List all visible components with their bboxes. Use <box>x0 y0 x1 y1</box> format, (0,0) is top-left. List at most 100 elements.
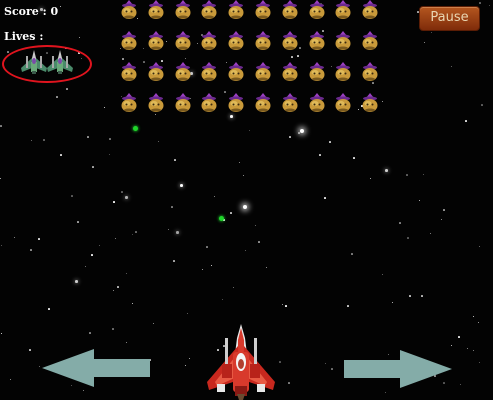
star <box>56 96 58 98</box>
star <box>132 303 133 304</box>
star <box>370 178 371 179</box>
star <box>288 382 290 384</box>
enemy-alien <box>201 93 217 112</box>
star <box>467 348 468 349</box>
star <box>424 42 425 43</box>
star <box>75 280 78 283</box>
star <box>197 43 198 44</box>
enemy-alien <box>309 62 325 81</box>
star <box>187 313 188 314</box>
star <box>0 125 2 127</box>
enemy-alien <box>148 62 164 81</box>
star <box>48 308 50 310</box>
star <box>430 233 431 234</box>
star <box>174 159 176 161</box>
star <box>297 55 299 57</box>
star <box>66 88 68 90</box>
enemy-alien <box>121 0 137 19</box>
star <box>372 82 374 84</box>
star <box>353 157 355 159</box>
star <box>399 222 401 224</box>
star <box>243 175 244 176</box>
star <box>347 305 349 307</box>
star <box>489 5 490 6</box>
enemy-alien <box>201 0 217 19</box>
star <box>465 120 467 122</box>
star <box>166 41 167 42</box>
star <box>153 323 154 324</box>
enemy-alien <box>175 0 191 19</box>
star <box>451 345 452 346</box>
star <box>185 365 186 366</box>
pause-button[interactable]: Pause <box>419 6 480 31</box>
star <box>406 174 408 176</box>
right-arrow-icon[interactable] <box>344 350 452 388</box>
enemy-alien <box>309 0 325 19</box>
enemy-alien <box>335 0 351 19</box>
star <box>30 249 32 251</box>
star <box>113 201 115 203</box>
star <box>1 333 2 334</box>
star <box>258 241 260 243</box>
star <box>245 250 246 251</box>
enemy-alien <box>282 62 298 81</box>
enemy-alien <box>362 93 378 112</box>
star <box>473 350 474 351</box>
star <box>331 66 332 67</box>
enemy-alien <box>255 93 271 112</box>
enemy-alien <box>309 31 325 50</box>
enemy-alien <box>175 62 191 81</box>
enemy-alien <box>282 0 298 19</box>
star <box>325 363 326 364</box>
player-ship[interactable] <box>205 324 277 400</box>
star <box>0 178 1 179</box>
star <box>329 141 331 143</box>
enemy-alien <box>335 31 351 50</box>
enemy-alien <box>175 93 191 112</box>
enemy-alien <box>228 31 244 50</box>
star <box>478 322 479 323</box>
bright-star <box>300 129 304 133</box>
star <box>143 61 145 63</box>
star <box>443 209 445 211</box>
star <box>176 231 179 234</box>
star <box>441 219 442 220</box>
star <box>358 109 359 110</box>
enemy-alien <box>228 0 244 19</box>
enemy-bullet <box>219 216 224 221</box>
star <box>189 358 190 359</box>
star <box>460 384 461 385</box>
star <box>1 245 2 246</box>
star <box>126 342 127 343</box>
star <box>143 48 144 49</box>
game-canvas[interactable]: Score : 0 Lives : Pause <box>0 0 493 400</box>
star <box>230 212 232 214</box>
star <box>458 336 460 338</box>
star <box>419 200 420 201</box>
enemy-alien <box>255 62 271 81</box>
enemy-alien <box>282 31 298 50</box>
left-arrow-icon[interactable] <box>42 348 150 388</box>
star <box>122 58 124 60</box>
star <box>409 295 411 297</box>
star <box>351 253 353 255</box>
star <box>135 231 137 233</box>
star <box>392 302 393 303</box>
star <box>180 184 183 187</box>
enemy-alien <box>228 93 244 112</box>
star <box>479 2 481 4</box>
enemy-alien <box>255 0 271 19</box>
star <box>99 245 100 246</box>
star <box>385 169 388 172</box>
star <box>423 174 424 175</box>
star <box>91 254 93 256</box>
star <box>83 390 84 391</box>
enemy-alien <box>228 62 244 81</box>
star <box>206 246 208 248</box>
star <box>113 290 114 291</box>
enemy-alien <box>362 62 378 81</box>
star <box>230 115 233 118</box>
star <box>92 166 94 168</box>
star <box>158 141 159 142</box>
star <box>71 195 73 197</box>
